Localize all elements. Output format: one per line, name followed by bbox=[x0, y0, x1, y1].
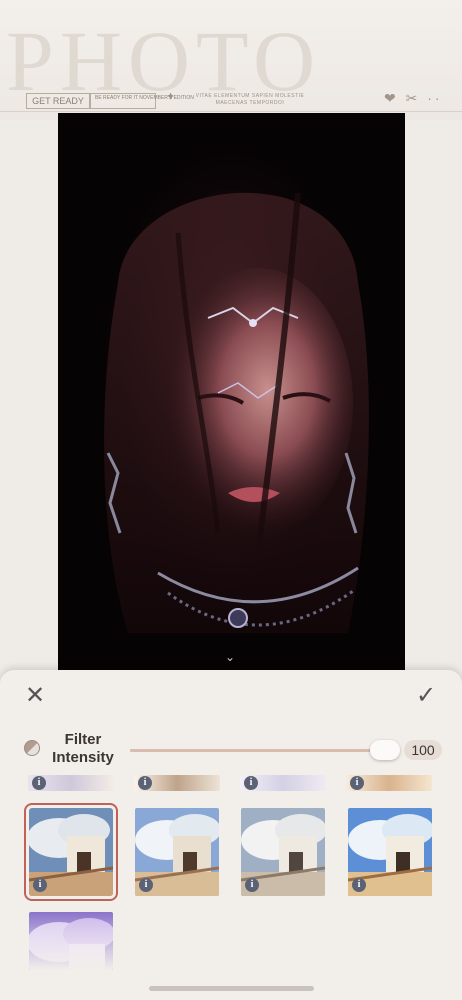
filter-thumbnail[interactable]: i bbox=[241, 808, 325, 896]
header-banner: PHOTO GET READY BE READY FOR IT NOVEMBER… bbox=[0, 0, 462, 120]
filter-thumbnail-partial[interactable]: i bbox=[346, 775, 432, 791]
info-icon[interactable]: i bbox=[138, 776, 152, 790]
intensity-slider-thumb[interactable] bbox=[370, 740, 400, 760]
filter-preview-image bbox=[29, 912, 113, 970]
intensity-icon bbox=[24, 740, 40, 756]
home-indicator[interactable] bbox=[149, 986, 314, 991]
filter-thumbnail[interactable]: i bbox=[348, 808, 432, 896]
info-icon[interactable]: i bbox=[139, 878, 153, 892]
sparkle-icon: ✦ bbox=[166, 91, 176, 103]
intensity-value: 100 bbox=[404, 740, 442, 760]
portrait-illustration bbox=[104, 192, 369, 633]
filter-thumbnail[interactable]: i bbox=[135, 808, 219, 896]
filter-thumbnail[interactable]: i bbox=[24, 803, 118, 901]
info-icon[interactable]: i bbox=[245, 878, 259, 892]
close-button[interactable]: ✕ bbox=[21, 682, 49, 710]
info-icon[interactable]: i bbox=[244, 776, 258, 790]
filter-thumbnail-partial[interactable]: i bbox=[240, 775, 326, 791]
tagline: VITAE ELEMENTUM SAPIEN MOLESTIE MAECENAS… bbox=[195, 93, 305, 106]
filter-intensity-label: Filter Intensity bbox=[52, 731, 114, 766]
filter-thumbnail-partial[interactable]: i bbox=[134, 775, 220, 791]
chevron-down-icon[interactable]: ⌄ bbox=[225, 650, 235, 664]
info-icon[interactable]: i bbox=[352, 878, 366, 892]
confirm-button[interactable]: ✓ bbox=[412, 682, 440, 710]
filter-thumbnail[interactable] bbox=[29, 912, 113, 970]
filter-panel: ✕ ✓ Filter Intensity 100 i i i i i i i i bbox=[0, 670, 462, 1000]
info-icon[interactable]: i bbox=[33, 878, 47, 892]
info-icon[interactable]: i bbox=[350, 776, 364, 790]
photo-preview[interactable] bbox=[58, 113, 405, 670]
intensity-slider-fill bbox=[130, 749, 385, 752]
brand-watermark: PHOTO bbox=[6, 13, 322, 109]
divider bbox=[0, 111, 462, 112]
intensity-slider[interactable] bbox=[130, 749, 385, 752]
heart-scissors-icon: ❤ ✂ ·· bbox=[384, 90, 443, 106]
get-ready-badge: GET READY bbox=[26, 93, 90, 109]
filter-thumbnail-partial[interactable]: i bbox=[28, 775, 114, 791]
edition-badge: BE READY FOR IT NOVEMBER'S EDITION bbox=[90, 93, 194, 109]
info-icon[interactable]: i bbox=[32, 776, 46, 790]
